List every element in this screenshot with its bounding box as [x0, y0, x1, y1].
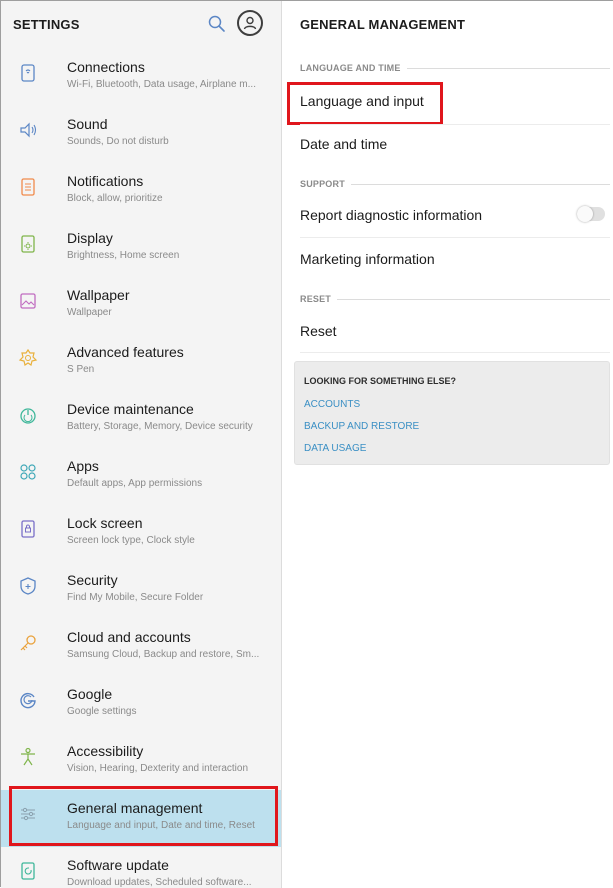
shield-icon	[20, 577, 36, 595]
menu-item-subtitle: Download updates, Scheduled software...	[67, 877, 252, 888]
menu-item-title: Security	[67, 572, 118, 588]
account-button[interactable]	[237, 10, 263, 36]
menu-item-connections[interactable]: Connections Wi-Fi, Bluetooth, Data usage…	[1, 49, 281, 106]
highlight-general-management	[9, 786, 278, 846]
software-update-icon	[21, 862, 35, 880]
item-divider	[300, 352, 610, 353]
highlight-language-input	[287, 82, 443, 125]
menu-item-title: Accessibility	[67, 743, 144, 759]
section-divider	[406, 67, 610, 69]
menu-item-subtitle: Screen lock type, Clock style	[67, 535, 195, 546]
menu-item-title: Lock screen	[67, 515, 143, 531]
connections-icon	[21, 64, 35, 82]
menu-item-subtitle: Google settings	[67, 706, 137, 717]
menu-item-google[interactable]: Google Google settings	[1, 676, 281, 733]
menu-item-subtitle: Vision, Hearing, Dexterity and interacti…	[67, 763, 249, 774]
lock-screen-icon	[21, 520, 35, 538]
display-icon	[21, 235, 35, 253]
menu-item-subtitle: Wallpaper	[67, 307, 112, 318]
section-label: RESET	[300, 294, 332, 304]
menu-item-title: Sound	[67, 116, 108, 132]
menu-item-software-update[interactable]: Software update Download updates, Schedu…	[1, 847, 281, 888]
menu-item-title: Wallpaper	[67, 287, 130, 303]
google-icon	[20, 692, 36, 709]
menu-item-apps[interactable]: Apps Default apps, App permissions	[1, 448, 281, 505]
search-icon	[208, 15, 225, 32]
accessibility-icon	[21, 747, 35, 766]
looking-for-something-else-box: LOOKING FOR SOMETHING ELSE? ACCOUNTS BAC…	[294, 361, 610, 465]
general-management-panel: GENERAL MANAGEMENT LANGUAGE AND TIME Lan…	[282, 1, 613, 888]
search-button[interactable]	[206, 13, 228, 35]
advanced-features-icon	[18, 348, 38, 366]
menu-item-subtitle: S Pen	[67, 364, 95, 375]
menu-item-subtitle: Sounds, Do not disturb	[67, 136, 169, 147]
section-header-support: SUPPORT	[300, 179, 610, 189]
menu-item-subtitle: Find My Mobile, Secure Folder	[67, 592, 204, 603]
menu-item-cloud-accounts[interactable]: Cloud and accounts Samsung Cloud, Backup…	[1, 619, 281, 676]
section-divider	[350, 183, 610, 185]
key-icon	[20, 635, 36, 651]
menu-item-subtitle: Brightness, Home screen	[67, 250, 180, 261]
apps-icon	[20, 464, 36, 480]
menu-item-title: Device maintenance	[67, 401, 194, 417]
menu-item-subtitle: Default apps, App permissions	[67, 478, 203, 489]
settings-screen: SETTINGS Connections Wi-Fi, Bluetooth, D…	[0, 0, 613, 888]
menu-item-advanced-features[interactable]: Advanced features S Pen	[1, 334, 281, 391]
section-label: SUPPORT	[300, 179, 345, 189]
menu-item-title: Notifications	[67, 173, 144, 189]
reset-item[interactable]: Reset	[300, 323, 337, 339]
item-divider	[300, 124, 610, 125]
report-diagnostic-item[interactable]: Report diagnostic information	[300, 207, 482, 223]
report-diagnostic-toggle[interactable]	[577, 206, 605, 222]
menu-item-lock-screen[interactable]: Lock screen Screen lock type, Clock styl…	[1, 505, 281, 562]
backup-restore-link[interactable]: BACKUP AND RESTORE	[304, 421, 419, 432]
menu-item-accessibility[interactable]: Accessibility Vision, Hearing, Dexterity…	[1, 733, 281, 790]
marketing-info-item[interactable]: Marketing information	[300, 251, 435, 267]
menu-item-title: Google	[67, 686, 113, 702]
page-title: GENERAL MANAGEMENT	[300, 17, 466, 32]
menu-item-title: Advanced features	[67, 344, 184, 360]
sound-icon	[20, 122, 37, 138]
wallpaper-icon	[20, 293, 36, 309]
accounts-link[interactable]: ACCOUNTS	[304, 399, 360, 410]
data-usage-link[interactable]: DATA USAGE	[304, 443, 366, 454]
menu-item-title: Software update	[67, 857, 169, 873]
settings-title: SETTINGS	[13, 17, 80, 32]
menu-item-sound[interactable]: Sound Sounds, Do not disturb	[1, 106, 281, 163]
menu-item-subtitle: Block, allow, prioritize	[67, 193, 163, 204]
menu-item-subtitle: Samsung Cloud, Backup and restore, Sm...	[67, 649, 260, 660]
menu-item-title: Cloud and accounts	[67, 629, 191, 645]
menu-item-display[interactable]: Display Brightness, Home screen	[1, 220, 281, 277]
menu-item-wallpaper[interactable]: Wallpaper Wallpaper	[1, 277, 281, 334]
menu-item-title: Connections	[67, 59, 145, 75]
menu-item-security[interactable]: Security Find My Mobile, Secure Folder	[1, 562, 281, 619]
section-label: LANGUAGE AND TIME	[300, 63, 401, 73]
menu-item-subtitle: Battery, Storage, Memory, Device securit…	[67, 421, 253, 432]
notifications-icon	[21, 178, 35, 196]
menu-item-title: Apps	[67, 458, 99, 474]
section-divider	[337, 298, 610, 300]
menu-item-notifications[interactable]: Notifications Block, allow, prioritize	[1, 163, 281, 220]
settings-header: SETTINGS	[1, 1, 281, 49]
menu-item-device-maintenance[interactable]: Device maintenance Battery, Storage, Mem…	[1, 391, 281, 448]
menu-item-title: Display	[67, 230, 113, 246]
section-header-reset: RESET	[300, 294, 610, 304]
toggle-knob	[577, 206, 593, 222]
menu-item-subtitle: Wi-Fi, Bluetooth, Data usage, Airplane m…	[67, 79, 256, 90]
box-title: LOOKING FOR SOMETHING ELSE?	[304, 376, 457, 386]
section-header-language-time: LANGUAGE AND TIME	[300, 63, 610, 73]
account-icon	[243, 16, 257, 30]
settings-menu-panel: SETTINGS Connections Wi-Fi, Bluetooth, D…	[1, 1, 282, 888]
device-maintenance-icon	[20, 408, 36, 424]
item-divider	[300, 237, 610, 238]
date-time-item[interactable]: Date and time	[300, 136, 387, 152]
